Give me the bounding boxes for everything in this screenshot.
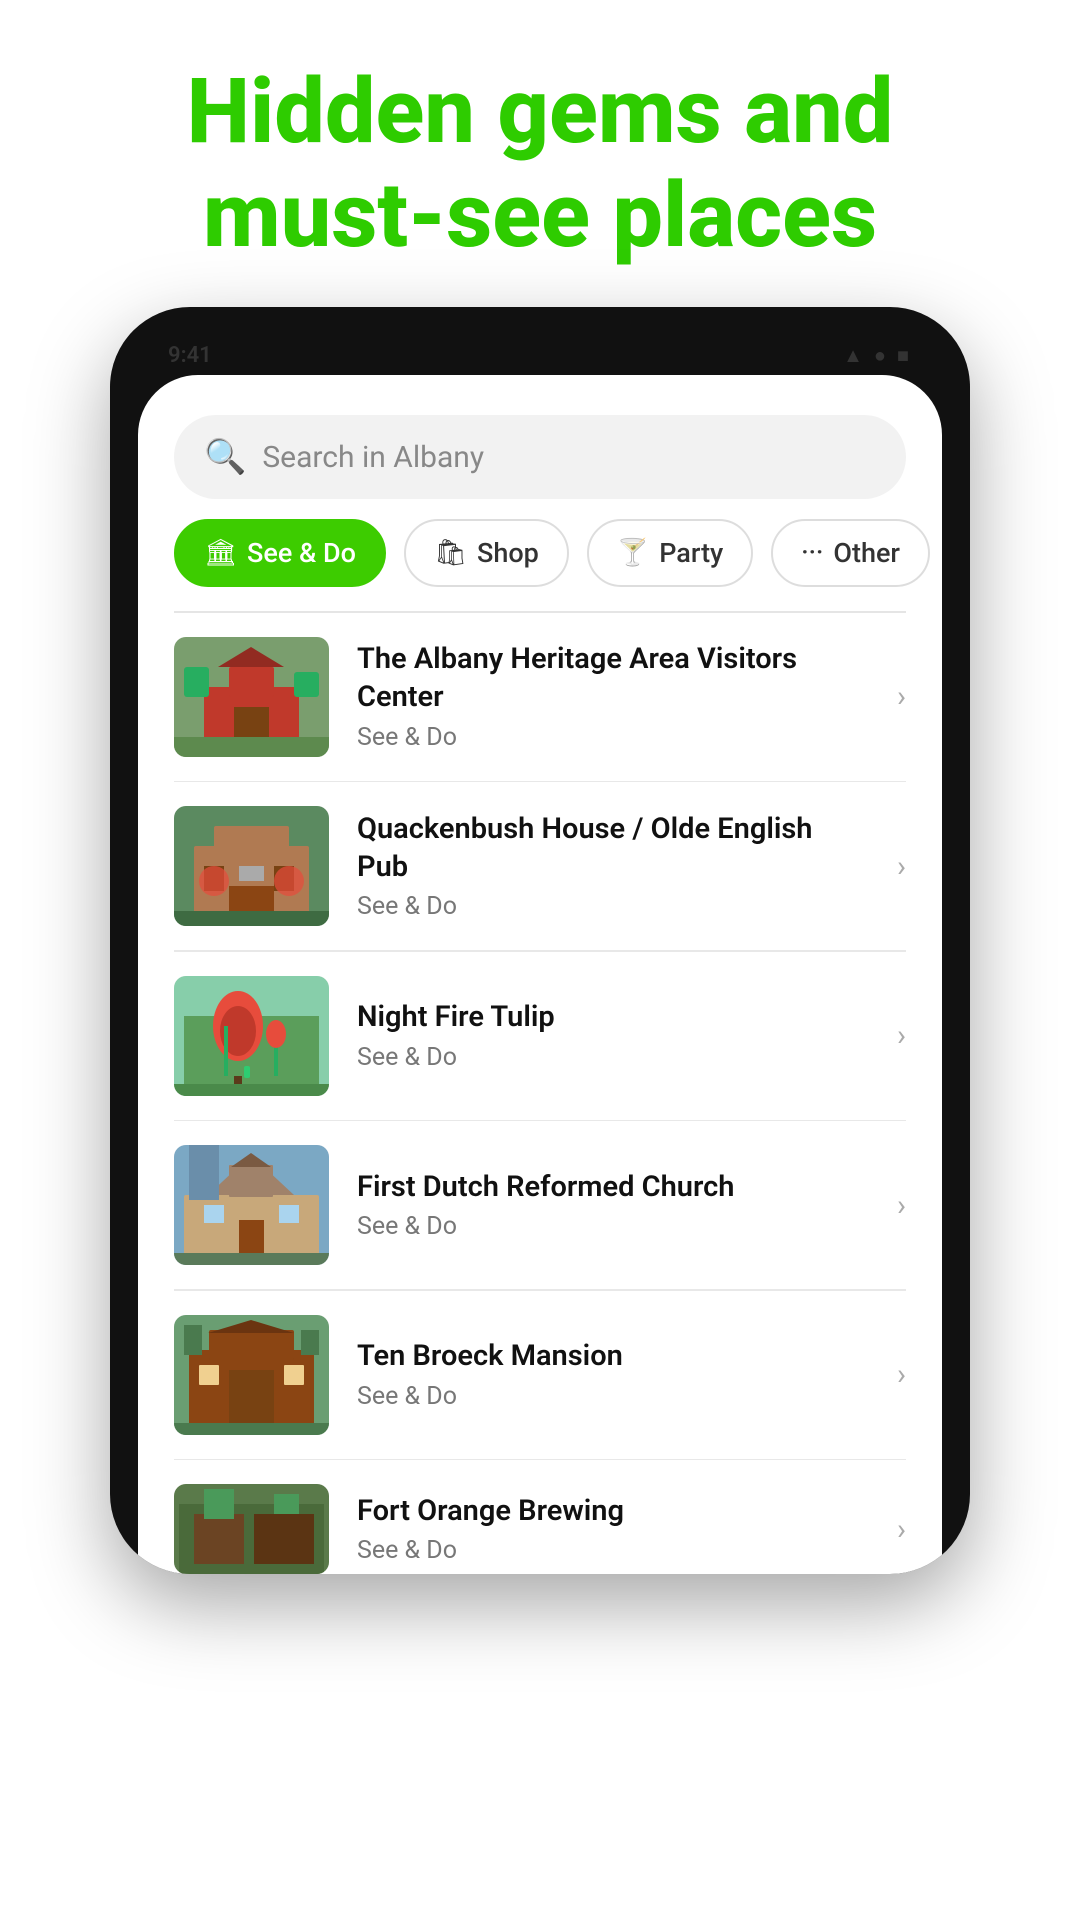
chevron-icon-4: › bbox=[897, 1188, 906, 1223]
chevron-icon-5: › bbox=[897, 1357, 906, 1392]
chevron-icon-6: › bbox=[897, 1512, 906, 1547]
places-list: The Albany Heritage Area Visitors Center… bbox=[138, 613, 942, 1575]
phone-frame: 9:41 ▲ ● ■ 🔍 Search in Albany 🏛 See & Do… bbox=[110, 307, 970, 1574]
filter-chip-other-label: Other bbox=[833, 537, 900, 569]
place-name-6: Fort Orange Brewing bbox=[357, 1493, 869, 1531]
place-info-3: Night Fire Tulip See & Do bbox=[357, 999, 869, 1072]
place-item-3[interactable]: Night Fire Tulip See & Do › bbox=[138, 952, 942, 1120]
place-item-6[interactable]: Fort Orange Brewing See & Do › bbox=[138, 1460, 942, 1574]
place-info-5: Ten Broeck Mansion See & Do bbox=[357, 1338, 869, 1411]
search-bar[interactable]: 🔍 Search in Albany bbox=[174, 415, 906, 499]
place-thumb-6 bbox=[174, 1484, 329, 1574]
place-name-4: First Dutch Reformed Church bbox=[357, 1169, 869, 1207]
filter-chip-shop-label: Shop bbox=[477, 537, 539, 569]
headline-section: Hidden gems and must-see places bbox=[0, 0, 1080, 307]
filter-chip-party-label: Party bbox=[659, 537, 723, 569]
place-thumb-2 bbox=[174, 806, 329, 926]
chevron-icon-2: › bbox=[897, 849, 906, 884]
headline-text: Hidden gems and must-see places bbox=[60, 60, 1020, 267]
phone-status-bar: 9:41 ▲ ● ■ bbox=[138, 335, 942, 375]
filter-chips-row: 🏛 See & Do 🛍 Shop 🍸 Party ··· Other bbox=[138, 519, 942, 611]
other-icon: ··· bbox=[801, 538, 823, 568]
place-thumb-3 bbox=[174, 976, 329, 1096]
place-thumb-5 bbox=[174, 1315, 329, 1435]
place-category-4: See & Do bbox=[357, 1212, 869, 1241]
place-name-3: Night Fire Tulip bbox=[357, 999, 869, 1037]
place-category-1: See & Do bbox=[357, 723, 869, 752]
place-info-4: First Dutch Reformed Church See & Do bbox=[357, 1169, 869, 1242]
place-item-1[interactable]: The Albany Heritage Area Visitors Center… bbox=[138, 613, 942, 781]
place-name-5: Ten Broeck Mansion bbox=[357, 1338, 869, 1376]
place-category-5: See & Do bbox=[357, 1382, 869, 1411]
status-icons: ▲ ● ■ bbox=[843, 343, 912, 368]
place-item-5[interactable]: Ten Broeck Mansion See & Do › bbox=[138, 1291, 942, 1459]
filter-chip-other[interactable]: ··· Other bbox=[771, 519, 930, 587]
filter-chip-see-do-label: See & Do bbox=[247, 537, 356, 569]
filter-chip-see-do[interactable]: 🏛 See & Do bbox=[174, 519, 386, 587]
status-time: 9:41 bbox=[168, 343, 212, 368]
place-item-4[interactable]: First Dutch Reformed Church See & Do › bbox=[138, 1121, 942, 1289]
place-info-1: The Albany Heritage Area Visitors Center… bbox=[357, 641, 869, 751]
search-input[interactable]: Search in Albany bbox=[262, 440, 484, 475]
party-icon: 🍸 bbox=[617, 538, 649, 568]
place-thumb-1 bbox=[174, 637, 329, 757]
phone-screen: 🔍 Search in Albany 🏛 See & Do 🛍 Shop 🍸 P… bbox=[138, 375, 942, 1574]
shop-icon: 🛍 bbox=[434, 538, 467, 568]
chevron-icon-3: › bbox=[897, 1018, 906, 1053]
filter-chip-party[interactable]: 🍸 Party bbox=[587, 519, 753, 587]
place-category-3: See & Do bbox=[357, 1043, 869, 1072]
search-icon: 🔍 bbox=[204, 437, 246, 477]
place-item-2[interactable]: Quackenbush House / Olde English Pub See… bbox=[138, 782, 942, 950]
place-info-6: Fort Orange Brewing See & Do bbox=[357, 1493, 869, 1566]
chevron-icon-1: › bbox=[897, 679, 906, 714]
place-info-2: Quackenbush House / Olde English Pub See… bbox=[357, 811, 869, 921]
place-name-1: The Albany Heritage Area Visitors Center bbox=[357, 641, 869, 716]
search-area: 🔍 Search in Albany bbox=[138, 405, 942, 519]
filter-chip-shop[interactable]: 🛍 Shop bbox=[404, 519, 569, 587]
see-do-icon: 🏛 bbox=[204, 538, 237, 568]
place-category-2: See & Do bbox=[357, 892, 869, 921]
place-thumb-4 bbox=[174, 1145, 329, 1265]
place-name-2: Quackenbush House / Olde English Pub bbox=[357, 811, 869, 886]
place-category-6: See & Do bbox=[357, 1536, 869, 1565]
